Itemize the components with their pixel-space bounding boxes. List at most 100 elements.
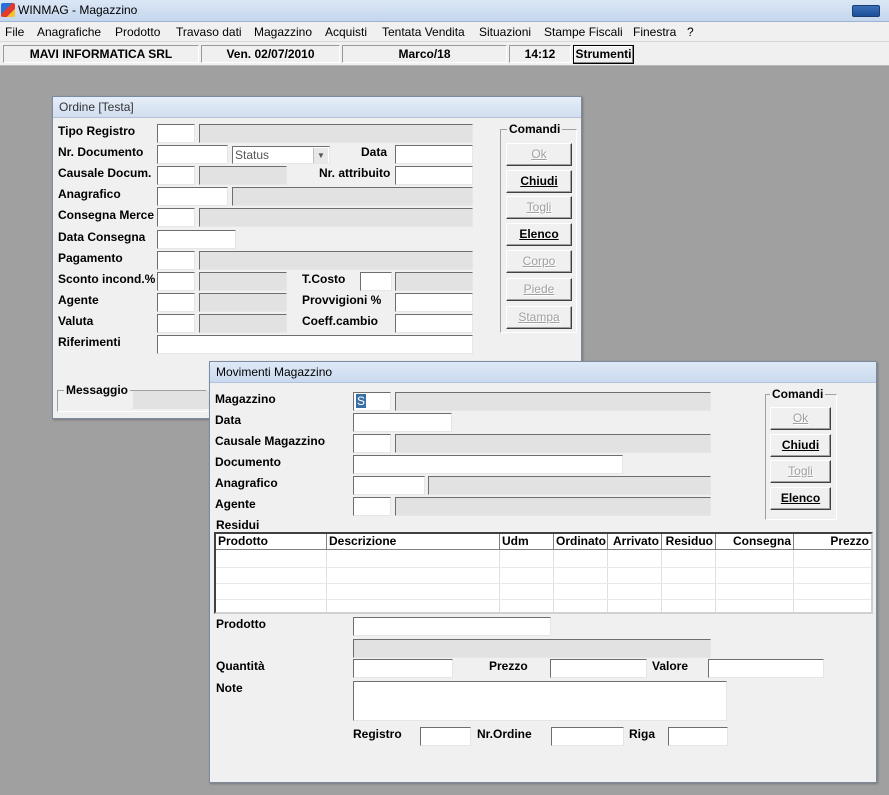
t-costo-input[interactable]	[360, 272, 392, 291]
agente-desc	[199, 293, 287, 312]
quantita-input[interactable]	[353, 659, 453, 678]
valuta-input[interactable]	[157, 314, 195, 333]
menu-tentata-vendita[interactable]: Tentata Vendita	[382, 25, 465, 39]
current-time: 14:12	[509, 45, 571, 63]
magazzino-desc	[395, 392, 711, 411]
mov-comandi-title: Comandi	[770, 387, 826, 401]
col-consegna[interactable]: Consegna	[716, 534, 794, 550]
valuta-desc	[199, 314, 287, 333]
causale-magazzino-input[interactable]	[353, 434, 391, 453]
col-arrivato[interactable]: Arrivato	[608, 534, 662, 550]
label-residui: Residui	[216, 518, 260, 532]
label-tipo-registro: Tipo Registro	[58, 124, 136, 138]
col-prodotto[interactable]: Prodotto	[216, 534, 327, 550]
chevron-down-icon[interactable]: ▼	[313, 148, 328, 163]
ordine-piede-button[interactable]: Piede	[506, 278, 572, 301]
agente-input[interactable]	[157, 293, 195, 312]
label-coeff-cambio: Coeff.cambio	[302, 314, 379, 328]
riferimenti-input[interactable]	[157, 335, 473, 354]
mov-ok-button[interactable]: Ok	[770, 407, 831, 430]
label-note: Note	[216, 681, 243, 695]
nr-attribuito-input[interactable]	[395, 166, 473, 185]
data-consegna-input[interactable]	[157, 230, 236, 249]
mov-data-input[interactable]	[353, 413, 452, 432]
label-riferimenti: Riferimenti	[58, 335, 121, 349]
tipo-registro-desc	[199, 124, 473, 143]
causale-docum-input[interactable]	[157, 166, 195, 185]
label-causale-magazzino: Causale Magazzino	[215, 434, 326, 448]
menu-prodotto[interactable]: Prodotto	[115, 25, 160, 39]
ordine-ok-button[interactable]: Ok	[506, 143, 572, 166]
menu-finestra[interactable]: Finestra	[633, 25, 676, 39]
col-ordinato[interactable]: Ordinato	[554, 534, 608, 550]
label-data: Data	[361, 145, 388, 159]
nr-ordine-input[interactable]	[551, 727, 624, 746]
strumenti-button[interactable]: Strumenti	[573, 45, 634, 64]
mov-prodotto-desc	[353, 639, 711, 658]
status-combo[interactable]: Status ▼	[232, 146, 330, 164]
grid-row-line	[216, 599, 871, 600]
grid-column	[216, 550, 327, 612]
label-nr-documento: Nr. Documento	[58, 145, 144, 159]
grid-column	[327, 550, 500, 612]
tipo-registro-input[interactable]	[157, 124, 195, 143]
provvigioni-input[interactable]	[395, 293, 473, 312]
riga-input[interactable]	[668, 727, 728, 746]
ordine-elenco-button[interactable]: Elenco	[506, 223, 572, 246]
mov-elenco-button[interactable]: Elenco	[770, 487, 831, 510]
sconto-input[interactable]	[157, 272, 195, 291]
ordine-chiudi-button[interactable]: Chiudi	[506, 170, 572, 193]
magazzino-input[interactable]: S	[353, 392, 391, 411]
menu-file[interactable]: File	[5, 25, 24, 39]
mov-anagrafico-input[interactable]	[353, 476, 425, 495]
residui-grid[interactable]: Prodotto Descrizione Udm Ordinato Arriva…	[214, 532, 873, 614]
col-udm[interactable]: Udm	[500, 534, 554, 550]
pagamento-desc	[199, 251, 473, 270]
label-nr-ordine: Nr.Ordine	[477, 727, 532, 741]
label-mov-prezzo: Prezzo	[489, 659, 528, 673]
label-documento: Documento	[215, 455, 281, 469]
label-mov-anagrafico: Anagrafico	[215, 476, 278, 490]
anagrafico-desc	[232, 187, 473, 206]
documento-input[interactable]	[353, 455, 623, 474]
pagamento-input[interactable]	[157, 251, 195, 270]
col-descrizione[interactable]: Descrizione	[327, 534, 500, 550]
mov-prodotto-input[interactable]	[353, 617, 551, 636]
data-input[interactable]	[395, 145, 473, 164]
col-residuo[interactable]: Residuo	[662, 534, 716, 550]
menu-help[interactable]: ?	[687, 25, 694, 39]
valore-input[interactable]	[708, 659, 824, 678]
label-quantita: Quantità	[216, 659, 265, 673]
menu-anagrafiche[interactable]: Anagrafiche	[37, 25, 101, 39]
registro-input[interactable]	[420, 727, 471, 746]
mov-prezzo-input[interactable]	[550, 659, 647, 678]
menu-magazzino[interactable]: Magazzino	[254, 25, 312, 39]
grid-row-line	[216, 567, 871, 568]
mov-agente-input[interactable]	[353, 497, 391, 516]
minimize-icon[interactable]	[852, 5, 880, 17]
note-textarea[interactable]	[353, 681, 727, 721]
menu-situazioni[interactable]: Situazioni	[479, 25, 531, 39]
label-consegna-merce: Consegna Merce	[58, 208, 155, 222]
menu-travaso-dati[interactable]: Travaso dati	[176, 25, 242, 39]
menu-acquisti[interactable]: Acquisti	[325, 25, 367, 39]
mov-togli-button[interactable]: Togli	[770, 460, 831, 483]
menu-stampe-fiscali[interactable]: Stampe Fiscali	[544, 25, 623, 39]
app-icon	[1, 3, 15, 17]
label-data-consegna: Data Consegna	[58, 230, 146, 244]
ordine-stampa-button[interactable]: Stampa	[506, 306, 572, 329]
label-pagamento: Pagamento	[58, 251, 123, 265]
consegna-merce-input[interactable]	[157, 208, 195, 227]
anagrafico-input[interactable]	[157, 187, 228, 206]
grid-column	[716, 550, 794, 612]
label-registro: Registro	[353, 727, 402, 741]
messaggio-label: Messaggio	[64, 383, 131, 397]
ordine-corpo-button[interactable]: Corpo	[506, 250, 572, 273]
col-prezzo[interactable]: Prezzo	[794, 534, 871, 550]
grid-row-line	[216, 583, 871, 584]
ordine-togli-button[interactable]: Togli	[506, 196, 572, 219]
mov-chiudi-button[interactable]: Chiudi	[770, 434, 831, 457]
coeff-cambio-input[interactable]	[395, 314, 473, 333]
status-bar: MAVI INFORMATICA SRL Ven. 02/07/2010 Mar…	[0, 42, 889, 66]
nr-documento-input[interactable]	[157, 145, 228, 164]
